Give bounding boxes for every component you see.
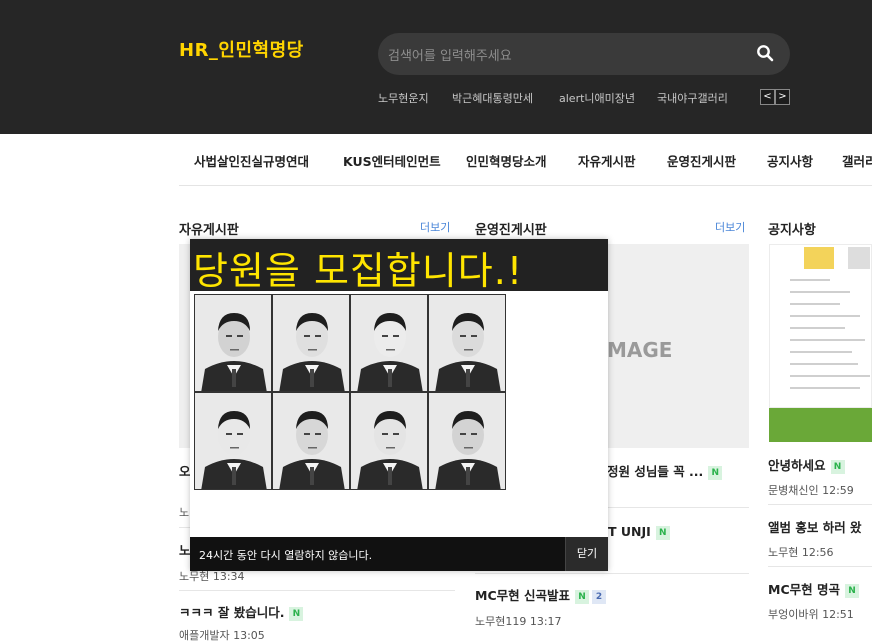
portrait-photo [350,294,428,392]
free-post-meta: 애플개발자 13:05 [179,629,265,642]
popup-footer: 24시간 동안 다시 열람하지 않습니다. 닫기 [190,537,608,571]
free-board-more-link[interactable]: 더보기 [420,219,450,235]
nav-item[interactable]: 공지사항 [767,151,813,170]
free-post-title[interactable]: 노 [179,540,191,559]
notice-post-title[interactable]: 안녕하세요 N [768,455,845,474]
rank-keyword[interactable]: 노무현운지 [378,90,429,106]
portrait-photo [272,294,350,392]
portrait-photo [194,294,272,392]
staff-post-title[interactable]: T UNJI N [608,524,670,540]
portrait-grid [194,294,506,490]
notice-post-title[interactable]: 앨범 홍보 하러 왔 [768,517,862,536]
staff-post-meta: 노무현119 13:17 [475,615,562,628]
nav-item[interactable]: KUS엔터테인먼트 [343,151,441,170]
portrait-figure [351,295,427,391]
notice-board-title: 공지사항 [768,223,816,238]
portrait-figure [429,295,505,391]
nav-item[interactable]: 사법살인진실규명연대 [194,151,309,170]
new-badge: N [708,465,723,480]
staff-board-more-link[interactable]: 더보기 [715,219,745,235]
site-header: HR_인민혁명당 검색어를 입력해주세요 노무현운지 박근혜대통령만세 aler… [0,0,872,134]
recruitment-popup: 당원을 모집합니다.! 24시간 동안 다시 열람하지 않습니다. 닫기 [190,239,608,571]
portrait-figure [195,295,271,391]
free-post-title[interactable]: ㅋㅋㅋ 잘 봤습니다. N [179,602,304,621]
portrait-figure [273,295,349,391]
nav-item[interactable]: 인민혁명당소개 [466,151,547,170]
post-title-text: 정원 성님들 꼭 ... [607,464,704,479]
notice-post-meta: 노무현 12:56 [768,546,834,559]
next-arrow-button[interactable]: > [775,89,790,105]
search-input[interactable]: 검색어를 입력해주세요 [388,45,512,64]
portrait-photo [350,392,428,490]
portrait-figure [195,393,271,489]
post-title-text: T UNJI [608,524,651,539]
rank-keyword[interactable]: 국내야구갤러리 [657,90,728,106]
staff-post-title[interactable]: MC무현 신곡발표 N 2 [475,585,606,604]
nav-divider [179,185,872,186]
site-logo[interactable]: HR_인민혁명당 [179,36,304,62]
post-title-text: 안녕하세요 [768,458,826,473]
notice-post-meta: 부엉이바위 12:51 [768,608,854,621]
staff-post-title[interactable]: 정원 성님들 꼭 ... N [607,461,723,480]
no-image-text: MAGE [607,338,673,362]
search-bar[interactable]: 검색어를 입력해주세요 [378,33,790,75]
new-badge: N [844,583,859,598]
dont-show-24h-link[interactable]: 24시간 동안 다시 열람하지 않습니다. [199,547,372,563]
nav-item[interactable]: 자유게시판 [578,151,636,170]
post-title-text: MC무현 명곡 [768,582,840,597]
popup-close-button[interactable]: 닫기 [565,537,608,571]
nav-item[interactable]: 갤러리 [842,151,872,170]
new-badge: N [830,459,845,474]
portrait-photo [428,294,506,392]
notice-thumbnail-document[interactable] [769,244,872,408]
rank-keyword[interactable]: 박근혜대통령만세 [452,90,533,106]
staff-board-title: 운영진게시판 [475,223,547,238]
new-badge: N [289,606,304,621]
portrait-photo [428,392,506,490]
portrait-photo [194,392,272,490]
post-title-text: MC무현 신곡발표 [475,588,570,603]
comment-count-badge: 2 [591,589,606,604]
notice-thumbnail-image[interactable] [769,408,872,442]
free-post-meta: 노 [179,506,190,519]
document-photo [848,247,870,269]
prev-arrow-button[interactable]: < [760,89,775,105]
popup-banner-text: 당원을 모집합니다.! [193,249,524,293]
post-title-text: ㅋㅋㅋ 잘 봤습니다. [179,605,285,620]
free-post-title[interactable]: 오 [179,461,191,480]
portrait-figure [273,393,349,489]
portrait-photo [272,392,350,490]
notice-post-title[interactable]: MC무현 명곡 N [768,579,859,598]
document-photo [804,247,834,269]
nav-item[interactable]: 운영진게시판 [667,151,736,170]
new-badge: N [574,589,589,604]
free-board-title: 자유게시판 [179,223,239,238]
rank-pager: < > [760,89,790,105]
portrait-figure [429,393,505,489]
search-icon[interactable] [756,44,774,62]
rank-keyword[interactable]: alert니애미장년 [559,90,635,106]
popup-banner: 당원을 모집합니다.! [190,239,608,293]
notice-post-meta: 문병채신인 12:59 [768,484,854,497]
new-badge: N [655,525,670,540]
portrait-figure [351,393,427,489]
